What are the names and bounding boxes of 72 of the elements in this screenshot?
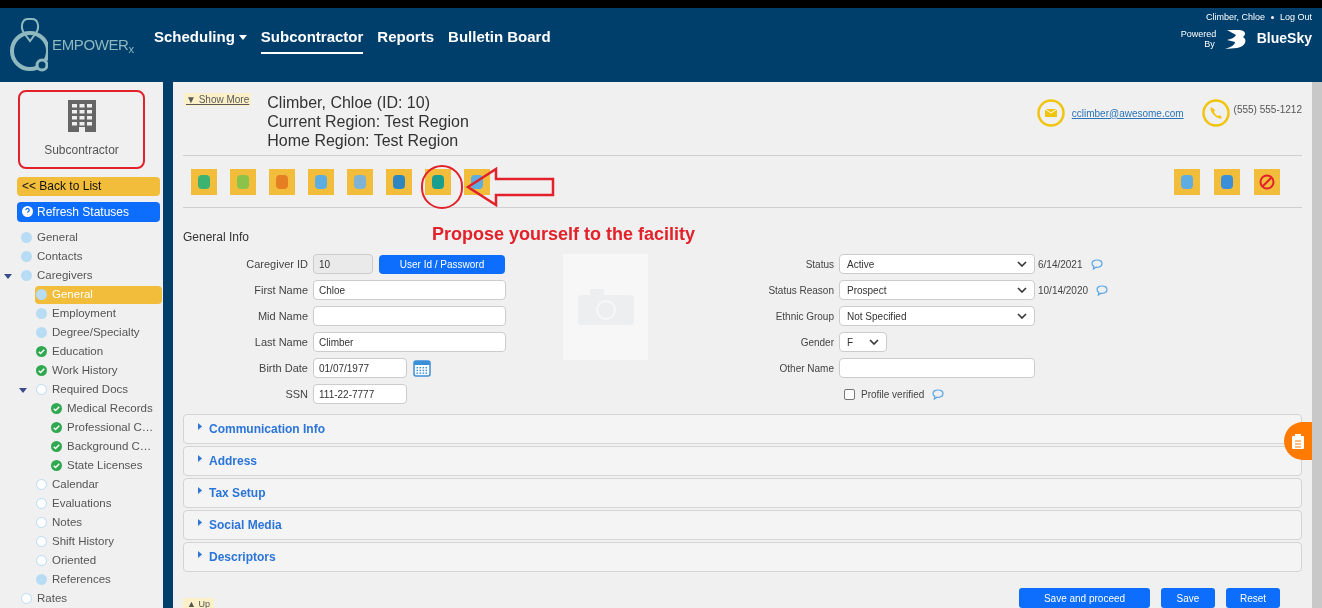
tree-item[interactable]: Work History <box>35 361 162 380</box>
section-title: General Info <box>183 229 250 246</box>
tree-item[interactable]: Rates <box>20 589 162 608</box>
logo: EMPOWER$_{x}$ <box>8 8 148 82</box>
email-link[interactable]: cclimber@awesome.com <box>1071 105 1184 121</box>
tree-item[interactable]: Required Docs <box>35 380 162 399</box>
dropdown[interactable]: F <box>839 332 887 352</box>
field-label: Status <box>804 257 835 272</box>
user-name: Climber, Chloe <box>1205 11 1265 24</box>
collapsible-section[interactable]: Social Media <box>183 510 1302 540</box>
text-field[interactable]: Chloe <box>313 280 506 300</box>
field-label: Gender <box>799 335 835 350</box>
refresh-statuses-button[interactable]: Refresh Statuses <box>17 201 160 222</box>
tree-item[interactable]: Contacts <box>20 247 162 266</box>
action-button[interactable]: Save and proceed <box>1019 588 1150 608</box>
tree-item[interactable]: Employment <box>35 304 162 323</box>
caregiver-name: Climber, Chloe (ID: 10) <box>267 93 431 112</box>
user-id-password-button[interactable]: User Id / Password <box>379 254 505 274</box>
nav-link[interactable]: Reports <box>377 21 435 55</box>
text-field[interactable]: 10 <box>313 254 373 274</box>
tree-item[interactable]: State Licenses <box>50 456 162 475</box>
status-date: 10/14/2020 <box>1038 283 1089 298</box>
field-label: Last Name <box>253 334 309 350</box>
action-button[interactable]: Reset <box>1226 588 1280 608</box>
field-label: SSN <box>284 386 309 402</box>
dropdown[interactable]: Prospect <box>839 280 1035 300</box>
text-field[interactable]: 01/07/1977 <box>313 358 407 378</box>
show-more-link[interactable]: ▼ Show More <box>184 93 252 106</box>
phone-number: (555) 555-1212 <box>1233 102 1302 117</box>
tree-item[interactable]: Evaluations <box>35 494 162 513</box>
home-region: Home Region: Test Region <box>267 131 460 150</box>
field-label: First Name <box>253 282 309 298</box>
field-label: Mid Name <box>256 308 309 324</box>
tree-item[interactable]: Caregivers <box>20 266 162 285</box>
back-to-list-button[interactable]: << Back to List <box>17 176 160 196</box>
nav-link[interactable]: Subcontractor <box>260 21 364 55</box>
collapsible-section[interactable]: Tax Setup <box>183 478 1302 508</box>
action-button[interactable]: Save <box>1161 588 1215 608</box>
tree-item[interactable]: Degree/Specialty <box>35 323 162 342</box>
tree-item[interactable]: Oriented <box>35 551 162 570</box>
tree-item[interactable]: Medical Records <box>50 399 162 418</box>
checkbox-label: Profile verified <box>861 387 925 402</box>
collapsible-section[interactable]: Descriptors <box>183 542 1302 572</box>
powered-by-label: Powered By <box>1180 28 1215 49</box>
collapsible-section[interactable]: Communication Info <box>183 414 1302 444</box>
annotation-text: Propose yourself to the facility <box>432 223 696 246</box>
up-link[interactable]: ▲ Up <box>183 598 214 608</box>
tree-item[interactable]: Education <box>35 342 162 361</box>
field-label: Caregiver ID <box>245 256 309 272</box>
field-label: Other Name <box>778 361 835 376</box>
tree-item[interactable]: Notes <box>35 513 162 532</box>
current-region: Current Region: Test Region <box>267 112 469 131</box>
tree-item[interactable]: Background C… <box>50 437 162 456</box>
nav-link[interactable]: Bulletin Board <box>448 21 551 55</box>
field-label: Ethnic Group <box>774 309 835 324</box>
tree-item[interactable]: Professional C… <box>50 418 162 437</box>
nav-link[interactable]: Scheduling <box>154 21 247 55</box>
dropdown[interactable]: Not Specified <box>839 306 1035 326</box>
status-date: 6/14/2021 <box>1038 257 1083 272</box>
text-field[interactable]: 111-22-7777 <box>313 384 407 404</box>
field-label: Status Reason <box>767 283 835 298</box>
text-field[interactable]: Climber <box>313 332 506 352</box>
tree-item[interactable]: General <box>20 228 162 247</box>
dropdown[interactable]: Active <box>839 254 1035 274</box>
field-label: Birth Date <box>258 360 309 376</box>
tree-item[interactable]: References <box>35 570 162 589</box>
tree-item[interactable]: Calendar <box>35 475 162 494</box>
tree-item[interactable]: Shift History <box>35 532 162 551</box>
brand-name: BlueSky <box>1256 29 1312 48</box>
collapsible-section[interactable]: Address <box>183 446 1302 476</box>
logout-link[interactable]: Log Out <box>1279 11 1312 25</box>
module-card[interactable]: Subcontractor <box>18 90 145 169</box>
